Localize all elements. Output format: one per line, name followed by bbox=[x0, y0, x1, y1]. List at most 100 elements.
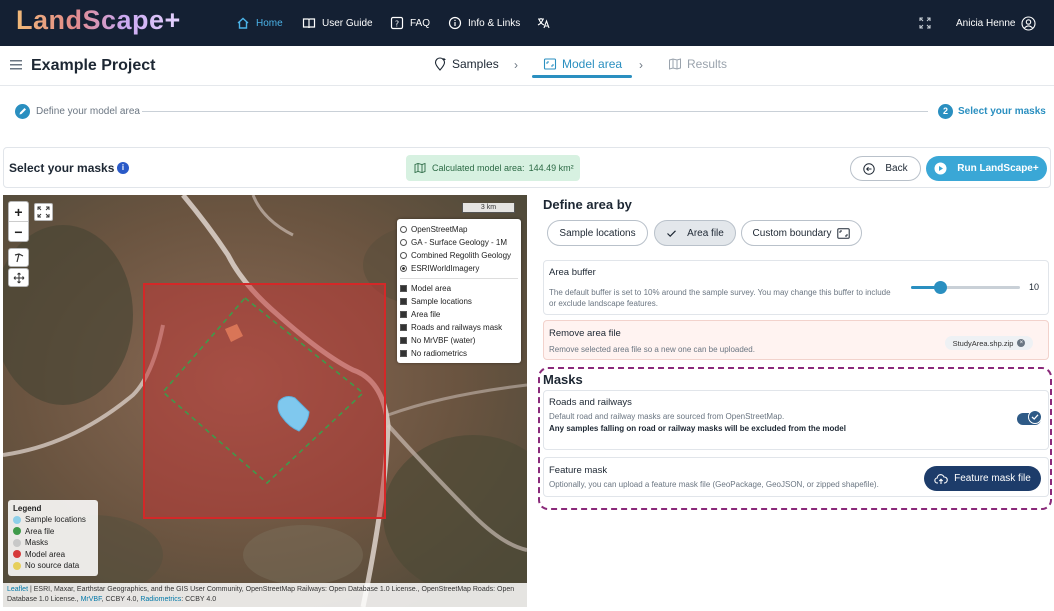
option-label: Area file bbox=[687, 227, 724, 239]
overlay-option[interactable]: No radiometrics bbox=[400, 347, 518, 360]
overlay-option[interactable]: Area file bbox=[400, 308, 518, 321]
legend-label: No source data bbox=[25, 561, 80, 571]
tab-samples-label: Samples bbox=[452, 57, 499, 71]
cloud-upload-icon bbox=[934, 473, 948, 484]
user-avatar-icon bbox=[1021, 15, 1037, 31]
base-layer-option[interactable]: Combined Regolith Geology bbox=[400, 249, 518, 262]
fullscreen-icon bbox=[37, 206, 50, 218]
base-layer-option[interactable]: GA - Surface Geology - 1M bbox=[400, 236, 518, 249]
overlay-option[interactable]: No MrVBF (water) bbox=[400, 334, 518, 347]
legend-label: Masks bbox=[25, 538, 49, 548]
active-tab-indicator bbox=[532, 75, 632, 78]
svg-text:?: ? bbox=[395, 20, 399, 29]
pan-tool-button[interactable] bbox=[8, 268, 29, 287]
play-icon bbox=[934, 162, 947, 175]
remove-area-title: Remove area file bbox=[549, 328, 621, 339]
question-icon: ? bbox=[390, 16, 404, 30]
arrow-left-icon bbox=[863, 162, 876, 175]
nav-faq[interactable]: ? FAQ bbox=[390, 0, 430, 46]
overlay-option[interactable]: Sample locations bbox=[400, 295, 518, 308]
project-title: Example Project bbox=[31, 57, 156, 74]
map-fold-icon bbox=[414, 162, 426, 174]
radio-icon bbox=[400, 239, 407, 246]
step2-number: 2 bbox=[938, 104, 953, 119]
base-layer-label: OpenStreetMap bbox=[411, 225, 468, 234]
legend-item: No source data bbox=[13, 560, 93, 572]
nav-home[interactable]: Home bbox=[236, 0, 283, 46]
user-menu[interactable]: Anicia Henne bbox=[956, 0, 1037, 46]
remove-area-description: Remove selected area file so a new one c… bbox=[549, 345, 755, 354]
nav-translate[interactable] bbox=[536, 0, 556, 46]
book-icon bbox=[302, 18, 316, 29]
overlay-option[interactable]: Model area bbox=[400, 282, 518, 295]
checkbox-checked-icon bbox=[400, 298, 407, 305]
top-navbar: LandScape+ Home User Guide ? FAQ Info & … bbox=[0, 0, 1054, 46]
draw-icon bbox=[14, 252, 23, 262]
tab-samples[interactable]: Samples bbox=[433, 57, 499, 71]
back-button-label: Back bbox=[885, 163, 908, 174]
tab-results-label: Results bbox=[687, 57, 728, 71]
map-fullscreen-button[interactable] bbox=[34, 203, 53, 221]
tab-results[interactable]: Results bbox=[668, 57, 727, 71]
legend-swatch bbox=[13, 527, 21, 536]
roads-toggle-knob[interactable] bbox=[1028, 410, 1042, 424]
option-area-file[interactable]: Area file bbox=[654, 220, 736, 246]
option-custom-boundary[interactable]: Custom boundary bbox=[741, 220, 862, 246]
area-file-chip[interactable]: StudyArea.shp.zip × bbox=[945, 336, 1033, 350]
run-button[interactable]: Run LandScape+ bbox=[926, 156, 1047, 181]
menu-icon[interactable] bbox=[10, 60, 22, 70]
chevron-right-icon: › bbox=[639, 58, 643, 72]
project-header: Example Project bbox=[0, 46, 1054, 86]
base-layer-label: ESRIWorldImagery bbox=[411, 264, 480, 273]
checkbox-checked-icon bbox=[400, 311, 407, 318]
step1-label[interactable]: Define your model area bbox=[36, 106, 140, 117]
checkbox-checked-icon bbox=[400, 324, 407, 331]
base-layer-label: Combined Regolith Geology bbox=[411, 251, 512, 260]
base-layer-option[interactable]: ESRIWorldImagery bbox=[400, 262, 518, 275]
app-logo[interactable]: LandScape+ bbox=[16, 5, 181, 36]
remove-file-icon[interactable]: × bbox=[1017, 339, 1026, 347]
feature-mask-upload-button[interactable]: Feature mask file bbox=[924, 466, 1041, 491]
overlay-label: Area file bbox=[411, 310, 441, 319]
area-buffer-title: Area buffer bbox=[549, 267, 596, 278]
draw-tool-button[interactable] bbox=[8, 248, 29, 267]
option-sample-locations[interactable]: Sample locations bbox=[547, 220, 648, 246]
info-icon bbox=[448, 16, 462, 30]
legend-item: Model area bbox=[13, 549, 93, 561]
legend-item: Masks bbox=[13, 537, 93, 549]
leaflet-link[interactable]: Leaflet bbox=[7, 586, 28, 593]
masks-title: Masks bbox=[543, 372, 583, 387]
back-button[interactable]: Back bbox=[850, 156, 921, 181]
step1-done-icon[interactable] bbox=[15, 104, 30, 119]
stepper-line bbox=[142, 111, 928, 112]
legend-swatch bbox=[13, 515, 21, 524]
info-icon[interactable]: i bbox=[117, 162, 129, 174]
radiometrics-link[interactable]: Radiometrics bbox=[140, 596, 181, 603]
base-layer-option[interactable]: OpenStreetMap bbox=[400, 223, 518, 236]
option-label: Sample locations bbox=[559, 227, 636, 239]
zoom-control: + − bbox=[8, 201, 29, 242]
move-icon bbox=[13, 272, 24, 283]
chevron-right-icon: › bbox=[514, 58, 518, 72]
nav-user-guide[interactable]: User Guide bbox=[302, 0, 373, 46]
checkbox-checked-icon bbox=[400, 350, 407, 357]
buffer-slider-thumb[interactable] bbox=[933, 281, 947, 294]
mrvbf-link[interactable]: MrVBF bbox=[81, 596, 102, 603]
area-file-name: StudyArea.shp.zip bbox=[952, 338, 1014, 348]
map-scale: 3 km bbox=[462, 203, 515, 213]
zoom-in-button[interactable]: + bbox=[9, 202, 28, 222]
roads-description: Default road and railway masks are sourc… bbox=[549, 412, 785, 421]
legend-item: Area file bbox=[13, 526, 93, 538]
nav-fullscreen[interactable] bbox=[918, 0, 938, 46]
roads-note: Any samples falling on road or railway m… bbox=[549, 424, 846, 433]
nav-info-links[interactable]: Info & Links bbox=[448, 0, 520, 46]
overlay-label: Sample locations bbox=[411, 297, 472, 306]
legend-title: Legend bbox=[13, 504, 42, 513]
overlay-option[interactable]: Roads and railways mask bbox=[400, 321, 518, 334]
map-view[interactable]: + − 3 km OpenStreetMap GA - Surface Geol… bbox=[3, 195, 527, 607]
radio-icon bbox=[400, 226, 407, 233]
zoom-out-button[interactable]: − bbox=[9, 222, 28, 242]
pencil-icon bbox=[19, 108, 26, 115]
feature-mask-button-label: Feature mask file bbox=[954, 473, 1031, 484]
tab-model-area[interactable]: Model area bbox=[543, 57, 622, 71]
